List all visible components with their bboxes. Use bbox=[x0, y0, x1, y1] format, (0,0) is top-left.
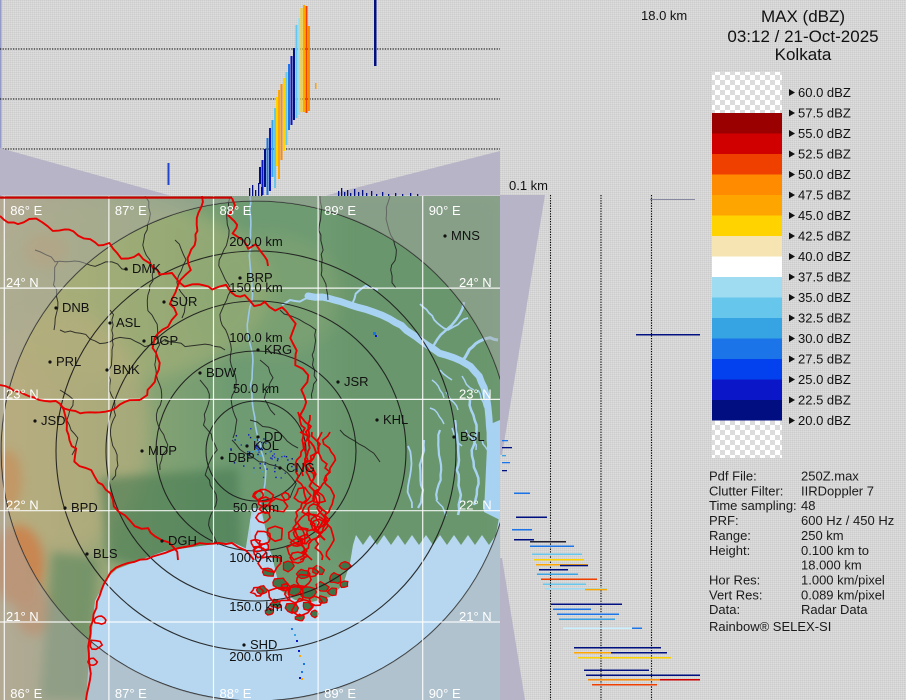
svg-text:90° E: 90° E bbox=[429, 686, 461, 700]
svg-text:Radar Data: Radar Data bbox=[801, 602, 868, 617]
svg-text:Kolkata: Kolkata bbox=[775, 45, 832, 64]
svg-text:18.0 km: 18.0 km bbox=[641, 8, 687, 23]
svg-text:BNK: BNK bbox=[113, 362, 140, 377]
svg-text:55.0 dBZ: 55.0 dBZ bbox=[798, 126, 851, 141]
svg-text:50.0 dBZ: 50.0 dBZ bbox=[798, 167, 851, 182]
svg-text:Hor Res:: Hor Res: bbox=[709, 573, 760, 588]
svg-text:Clutter Filter:: Clutter Filter: bbox=[709, 483, 783, 498]
svg-text:52.5 dBZ: 52.5 dBZ bbox=[798, 147, 851, 162]
svg-text:22° N: 22° N bbox=[6, 498, 39, 513]
svg-text:88° E: 88° E bbox=[220, 686, 252, 700]
svg-text:Time sampling:: Time sampling: bbox=[709, 498, 797, 513]
svg-text:21° N: 21° N bbox=[459, 609, 492, 624]
svg-text:Rainbow® SELEX-SI: Rainbow® SELEX-SI bbox=[709, 619, 831, 634]
svg-text:50.0 km: 50.0 km bbox=[233, 381, 279, 396]
svg-text:DBP: DBP bbox=[228, 450, 255, 465]
svg-text:MNS: MNS bbox=[451, 228, 480, 243]
svg-text:PRF:: PRF: bbox=[709, 513, 739, 528]
svg-text:24° N: 24° N bbox=[459, 275, 492, 290]
svg-text:DMK: DMK bbox=[132, 261, 161, 276]
svg-text:22.5 dBZ: 22.5 dBZ bbox=[798, 393, 851, 408]
svg-text:18.000 km: 18.000 km bbox=[801, 558, 862, 573]
svg-text:250Z.max: 250Z.max bbox=[801, 469, 859, 484]
svg-text:48: 48 bbox=[801, 498, 815, 513]
svg-text:ASL: ASL bbox=[116, 315, 141, 330]
svg-text:47.5 dBZ: 47.5 dBZ bbox=[798, 188, 851, 203]
svg-text:KHL: KHL bbox=[383, 412, 408, 427]
svg-text:Data:: Data: bbox=[709, 602, 740, 617]
svg-text:89° E: 89° E bbox=[324, 686, 356, 700]
svg-text:DNB: DNB bbox=[62, 300, 89, 315]
svg-text:89° E: 89° E bbox=[324, 203, 356, 218]
svg-text:1.000 km/pixel: 1.000 km/pixel bbox=[801, 573, 885, 588]
svg-text:BSL: BSL bbox=[460, 429, 485, 444]
svg-text:PRL: PRL bbox=[56, 354, 81, 369]
svg-text:0.089 km/pixel: 0.089 km/pixel bbox=[801, 587, 885, 602]
svg-text:BLS: BLS bbox=[93, 546, 118, 561]
svg-text:0.1 km: 0.1 km bbox=[509, 178, 548, 193]
svg-text:40.0 dBZ: 40.0 dBZ bbox=[798, 249, 851, 264]
svg-text:86° E: 86° E bbox=[10, 686, 42, 700]
svg-text:03:12 / 21-Oct-2025: 03:12 / 21-Oct-2025 bbox=[727, 27, 878, 46]
svg-text:88° E: 88° E bbox=[220, 203, 252, 218]
svg-text:45.0 dBZ: 45.0 dBZ bbox=[798, 208, 851, 223]
svg-text:86° E: 86° E bbox=[10, 203, 42, 218]
svg-text:200.0 km: 200.0 km bbox=[229, 234, 282, 249]
svg-text:JSR: JSR bbox=[344, 374, 369, 389]
svg-text:22° N: 22° N bbox=[459, 498, 492, 513]
svg-text:90° E: 90° E bbox=[429, 203, 461, 218]
svg-text:32.5 dBZ: 32.5 dBZ bbox=[798, 311, 851, 326]
svg-text:23° N: 23° N bbox=[6, 386, 39, 401]
svg-text:50.0 km: 50.0 km bbox=[233, 500, 279, 515]
svg-text:0.100 km to: 0.100 km to bbox=[801, 543, 869, 558]
svg-text:SHD: SHD bbox=[250, 637, 277, 652]
svg-text:BDW: BDW bbox=[206, 365, 237, 380]
svg-text:KRG: KRG bbox=[264, 342, 292, 357]
svg-text:35.0 dBZ: 35.0 dBZ bbox=[798, 290, 851, 305]
svg-text:BPD: BPD bbox=[71, 500, 98, 515]
svg-text:Pdf File:: Pdf File: bbox=[709, 469, 757, 484]
svg-text:BRP: BRP bbox=[246, 270, 273, 285]
svg-text:CNG: CNG bbox=[286, 460, 315, 475]
svg-text:250 km: 250 km bbox=[801, 528, 844, 543]
svg-text:KOL: KOL bbox=[253, 438, 279, 453]
svg-text:JSD: JSD bbox=[41, 413, 66, 428]
svg-text:150.0 km: 150.0 km bbox=[229, 599, 282, 614]
svg-text:DGP: DGP bbox=[150, 333, 178, 348]
svg-text:100.0 km: 100.0 km bbox=[229, 550, 282, 565]
svg-text:DGH: DGH bbox=[168, 533, 197, 548]
svg-text:Height:: Height: bbox=[709, 543, 750, 558]
svg-text:37.5 dBZ: 37.5 dBZ bbox=[798, 270, 851, 285]
svg-text:MAX (dBZ): MAX (dBZ) bbox=[761, 7, 845, 26]
svg-text:24° N: 24° N bbox=[6, 275, 39, 290]
svg-text:MDP: MDP bbox=[148, 443, 177, 458]
svg-text:20.0 dBZ: 20.0 dBZ bbox=[798, 413, 851, 428]
svg-text:42.5 dBZ: 42.5 dBZ bbox=[798, 229, 851, 244]
svg-text:Range:: Range: bbox=[709, 528, 751, 543]
svg-text:600 Hz / 450 Hz: 600 Hz / 450 Hz bbox=[801, 513, 894, 528]
svg-text:21° N: 21° N bbox=[6, 609, 39, 624]
svg-text:27.5 dBZ: 27.5 dBZ bbox=[798, 352, 851, 367]
svg-text:60.0 dBZ: 60.0 dBZ bbox=[798, 85, 851, 100]
svg-text:Vert Res:: Vert Res: bbox=[709, 587, 762, 602]
svg-text:25.0 dBZ: 25.0 dBZ bbox=[798, 372, 851, 387]
svg-text:23° N: 23° N bbox=[459, 386, 492, 401]
svg-text:87° E: 87° E bbox=[115, 686, 147, 700]
svg-text:SUR: SUR bbox=[170, 294, 197, 309]
svg-text:57.5 dBZ: 57.5 dBZ bbox=[798, 106, 851, 121]
svg-text:87° E: 87° E bbox=[115, 203, 147, 218]
svg-text:IIRDoppler 7: IIRDoppler 7 bbox=[801, 483, 874, 498]
svg-text:30.0 dBZ: 30.0 dBZ bbox=[798, 331, 851, 346]
